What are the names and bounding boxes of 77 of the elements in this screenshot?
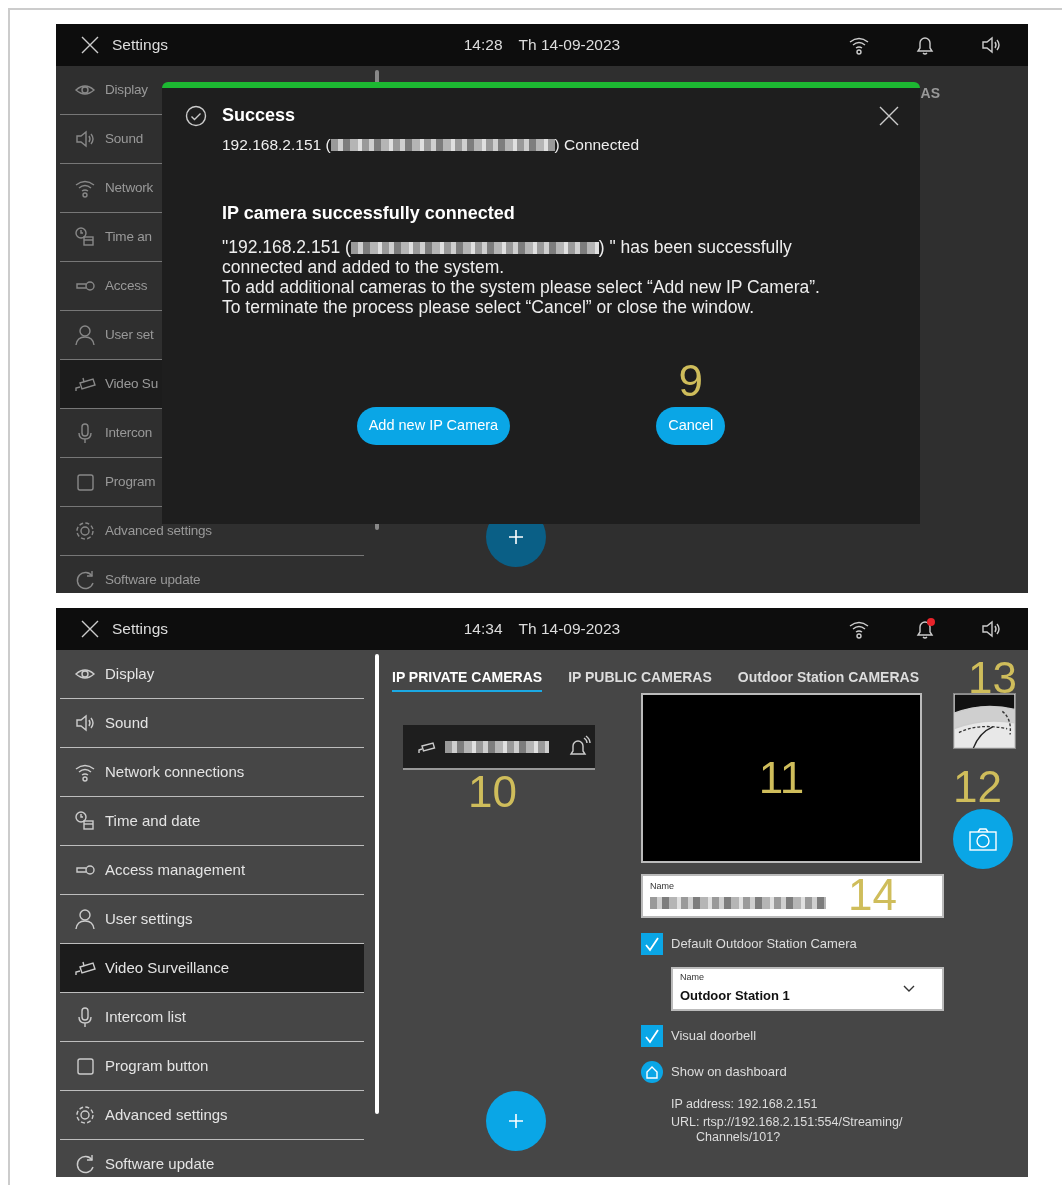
message-text: To terminate the process please select “Cancel” or close the window.: [222, 297, 756, 318]
option-label: Default Outdoor Station Camera: [671, 935, 857, 954]
camera-icon: [968, 826, 998, 852]
camera-list-item[interactable]: [403, 725, 595, 770]
sidebar-item[interactable]: Program button: [60, 1042, 364, 1091]
refresh-icon: [74, 1153, 96, 1175]
chevron-down-icon: [903, 985, 915, 993]
date-text: Th 14-09-2023: [518, 35, 621, 56]
sidebar-item[interactable]: Software update: [60, 556, 364, 593]
tab[interactable]: AS: [920, 80, 940, 108]
header-title: Settings: [112, 35, 168, 56]
clock-calendar-icon: [74, 226, 96, 248]
sidebar-item[interactable]: Time and date: [60, 797, 364, 846]
sidebar-item[interactable]: Video Surveillance: [60, 944, 364, 993]
annotation-number: 12: [953, 765, 1003, 809]
speaker-icon: [74, 128, 96, 150]
close-icon[interactable]: [80, 619, 100, 639]
sidebar-item[interactable]: Software update: [60, 1140, 364, 1177]
clock-time: 14:28: [463, 35, 503, 56]
dropdown-field[interactable]: Name Outdoor Station 1: [671, 967, 944, 1011]
add-button[interactable]: [486, 1091, 546, 1151]
annotation-number: 14: [848, 873, 897, 917]
info-text: IP address: 192.168.2.151: [671, 1097, 819, 1112]
close-icon[interactable]: [80, 35, 100, 55]
bell-icon[interactable]: [914, 618, 936, 640]
plus-icon: [506, 1111, 526, 1131]
square-icon: [74, 471, 96, 493]
checkbox[interactable]: [641, 933, 663, 955]
sidebar-item[interactable]: Intercom list: [60, 993, 364, 1042]
sidebar-item[interactable]: Sound: [60, 699, 364, 748]
annotation-number: 11: [758, 756, 805, 800]
clock-time: 14:34: [463, 619, 503, 640]
message-text: To add additional cameras to the system please select “Add new IP Camera”.: [222, 277, 821, 298]
annotation-number: 10: [468, 770, 517, 814]
checkbox[interactable]: [641, 1025, 663, 1047]
tab[interactable]: Outdoor Station CAMERAS: [737, 664, 919, 692]
snapshot-button[interactable]: [953, 809, 1013, 869]
speaker-icon[interactable]: [980, 618, 1002, 640]
dialog-heading: IP camera successfully connected: [222, 202, 516, 226]
speaker-icon[interactable]: [980, 34, 1002, 56]
option-label: Show on dashboard: [671, 1063, 787, 1082]
check-icon: [643, 1027, 661, 1045]
square-icon: [74, 1055, 96, 1077]
scrollbar[interactable]: [375, 654, 379, 1114]
check-icon: [643, 935, 661, 953]
date-text: Th 14-09-2023: [518, 619, 621, 640]
url-text: URL: rtsp://192.168.2.151:554/Streaming/ Channels/101?: [671, 1115, 904, 1145]
plus-icon: [506, 527, 526, 547]
tab[interactable]: IP PUBLIC CAMERAS: [568, 664, 712, 692]
tab[interactable]: IP PRIVATE CAMERAS: [392, 664, 543, 692]
sidebar-item[interactable]: Advanced settings: [60, 1091, 364, 1140]
message-text: "192.168.2.151 ( ) " has been successfully connected and added to the system.: [222, 237, 793, 278]
refresh-icon: [74, 569, 96, 591]
home-icon: [645, 1065, 659, 1079]
annotation-number: 9: [678, 359, 703, 404]
sidebar-item[interactable]: Access management: [60, 846, 364, 895]
clock-calendar-icon: [74, 810, 96, 832]
name-field[interactable]: Name 14: [641, 874, 944, 918]
sidebar-item[interactable]: Display: [60, 650, 364, 699]
option-label: Visual doorbell: [671, 1027, 757, 1046]
dialog-title: Success: [222, 104, 296, 127]
header-title: Settings: [112, 619, 168, 640]
check-circle-icon: [185, 104, 207, 127]
bell-icon[interactable]: [914, 34, 936, 56]
annotation-number: 13: [968, 656, 1017, 700]
field-label: Name: [650, 882, 675, 891]
close-icon[interactable]: [878, 104, 900, 127]
status-text: 192.168.2.151 ( ) Connected: [222, 135, 641, 155]
gear-icon: [74, 520, 96, 542]
user-icon: [74, 908, 96, 930]
toggle-switch[interactable]: [641, 1061, 663, 1083]
sidebar-item[interactable]: Network connections: [60, 748, 364, 797]
speaker-icon: [74, 712, 96, 734]
gear-icon: [74, 1104, 96, 1126]
user-icon: [74, 324, 96, 346]
dropdown-value: Outdoor Station 1: [680, 986, 790, 1005]
field-label: Name: [680, 972, 705, 982]
